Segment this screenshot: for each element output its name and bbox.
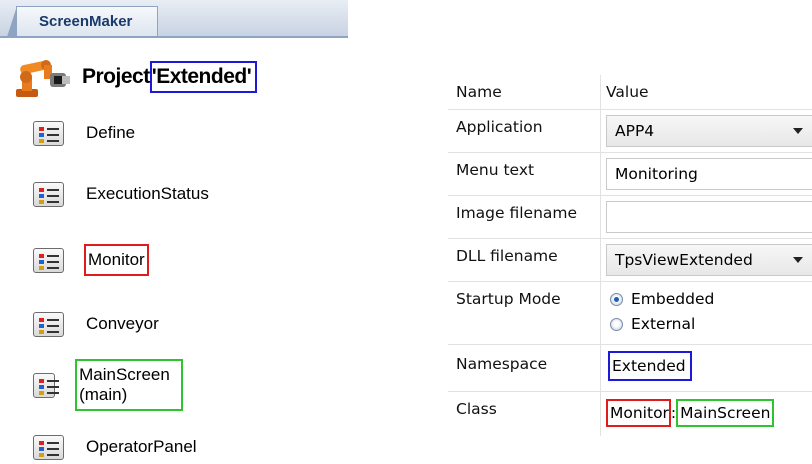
class-input[interactable]: Monitor: MainScreen [606,398,812,430]
robot-icon [14,55,76,99]
header-name: Name [456,83,502,101]
property-row-startup-mode: Startup Mode Embedded External [448,282,812,345]
namespace-input[interactable]: Extended [606,351,812,383]
menu-text-value: Monitoring [615,165,698,183]
radio-label: Embedded [631,290,715,308]
startup-external-radio[interactable]: External [610,315,695,333]
column-divider [600,196,601,238]
screen-item-operatorpanel[interactable]: OperatorPanel [33,430,199,464]
radio-label: External [631,315,696,333]
property-row-namespace: Namespace Extended [448,345,812,392]
screen-label-highlighted: Monitor [84,244,149,276]
property-name: Class [456,400,497,418]
namespace-value: Extended [608,351,692,381]
property-name: Namespace [456,355,548,373]
screen-label: ExecutionStatus [86,184,209,203]
screen-list-icon [33,247,64,273]
property-name: DLL filename [456,247,558,265]
screen-label-highlighted: MainScreen (main) [75,359,183,411]
column-divider [600,239,601,281]
startup-embedded-radio[interactable]: Embedded [610,290,714,308]
property-row-class: Class Monitor: MainScreen [448,392,812,436]
screen-item-define[interactable]: Define [33,116,137,150]
screen-list-icon [33,181,64,207]
tab-screenmaker[interactable]: ScreenMaker [7,6,158,37]
property-row-dll-filename: DLL filename TpsViewExtended [448,239,812,282]
project-node[interactable]: Project 'Extended' [14,55,258,99]
image-filename-input[interactable] [606,201,812,233]
property-name: Image filename [456,204,578,222]
class-value-part2: MainScreen [676,399,775,427]
screen-list-icon [33,372,59,398]
column-divider [600,75,601,109]
property-name: Application [456,118,543,136]
menu-text-input[interactable]: Monitoring [606,158,812,190]
property-header-row: Name Value [448,75,812,110]
radio-unselected-icon [610,317,623,331]
property-name: Menu text [456,161,535,179]
screen-item-mainscreen[interactable]: MainScreen (main) [33,359,183,411]
screen-list-icon [33,311,64,337]
dll-filename-value: TpsViewExtended [615,251,753,269]
property-name: Startup Mode [456,290,561,308]
dll-filename-dropdown[interactable]: TpsViewExtended [606,244,812,276]
screen-item-executionstatus[interactable]: ExecutionStatus [33,177,211,211]
screen-label: OperatorPanel [86,437,197,456]
application-dropdown[interactable]: APP4 [606,115,812,147]
screen-list-icon [33,434,64,460]
screen-label: Conveyor [86,314,159,333]
project-label: Project [82,65,150,88]
screenmaker-tabstrip: ScreenMaker [0,0,348,38]
screen-item-monitor[interactable]: Monitor [33,243,149,277]
header-value: Value [606,83,649,101]
screen-item-conveyor[interactable]: Conveyor [33,307,161,341]
column-divider [600,110,601,152]
column-divider [600,345,601,391]
property-row-menu-text: Menu text Monitoring [448,153,812,196]
class-value-part1: Monitor [606,399,671,427]
column-divider [600,282,601,344]
property-row-image-filename: Image filename [448,196,812,239]
project-name: 'Extended' [149,61,258,93]
radio-selected-icon [610,292,623,306]
screen-list-icon [33,120,64,146]
column-divider [600,153,601,195]
chevron-down-icon [793,257,803,263]
screen-label: Define [86,123,136,142]
column-divider [600,392,601,436]
property-row-application: Application APP4 [448,110,812,153]
chevron-down-icon [793,128,803,134]
application-value: APP4 [615,122,655,140]
